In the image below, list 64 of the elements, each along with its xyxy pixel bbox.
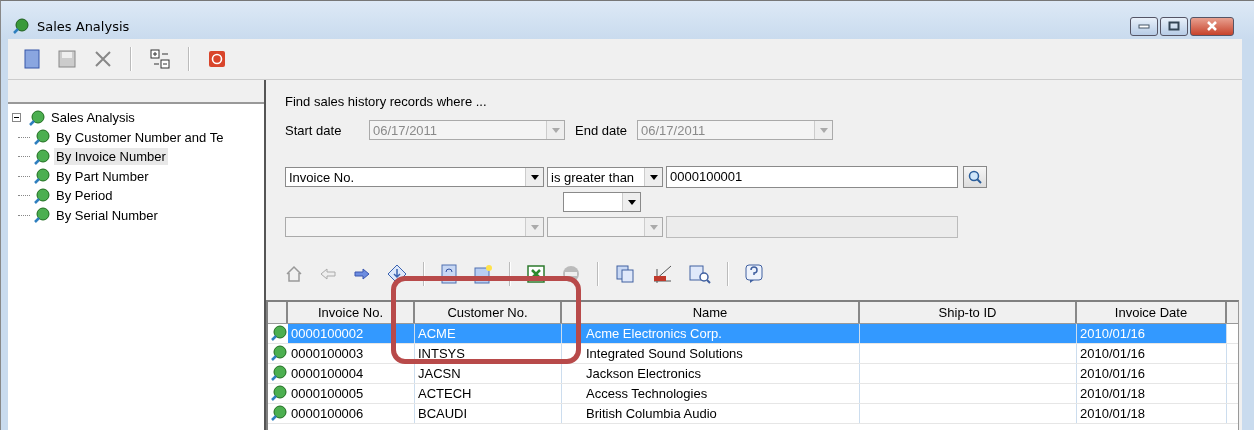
- search-heading: Find sales history records where ...: [285, 94, 488, 111]
- tree-item[interactable]: By Period: [54, 187, 115, 205]
- collapse-toggle[interactable]: [12, 113, 21, 123]
- dropdown-arrow-icon: [530, 224, 539, 230]
- power-icon[interactable]: [208, 50, 226, 68]
- operator-dropdown[interactable]: is greater than: [547, 167, 663, 187]
- close-button[interactable]: [1190, 16, 1234, 36]
- tree-item[interactable]: By Part Number: [54, 167, 151, 185]
- expand-collapse-icon[interactable]: [150, 49, 170, 69]
- dropdown-arrow-icon: [819, 127, 828, 133]
- table-cell: Integrated Sound Solutions: [562, 344, 860, 363]
- table-row[interactable]: 0000100004 JACSN Jackson Electronics 2010/01/16: [268, 364, 1238, 384]
- close-icon[interactable]: [94, 50, 112, 68]
- table-cell: British Columbia Audio: [562, 404, 860, 423]
- table-cell: 0000100004: [288, 364, 415, 383]
- table-row[interactable]: 0000100003 INTSYS Integrated Sound Solutions 2010/01/16: [268, 344, 1238, 364]
- value-input[interactable]: [666, 216, 958, 238]
- maximize-icon: [1168, 21, 1180, 31]
- preview-icon[interactable]: [689, 264, 711, 284]
- table-cell: 0000100005: [288, 384, 415, 403]
- table-cell: Access Technologies: [562, 384, 860, 403]
- table-cell: 2010/01/18: [1077, 404, 1227, 423]
- table-cell: Jackson Electronics: [562, 364, 860, 383]
- table-cell: 0000100006: [288, 404, 415, 423]
- table-cell: JACSN: [415, 364, 562, 383]
- dropdown-arrow-icon: [649, 224, 658, 230]
- search-button[interactable]: [963, 166, 987, 188]
- connector-dropdown[interactable]: [563, 192, 641, 212]
- value-input[interactable]: 0000100001: [666, 166, 958, 188]
- new-document-icon[interactable]: [473, 264, 493, 284]
- home-icon[interactable]: [285, 265, 303, 283]
- tree-item[interactable]: Sales Analysis: [49, 109, 137, 127]
- app-icon: [13, 18, 29, 34]
- tree-item[interactable]: By Invoice Number: [54, 148, 168, 166]
- table-row[interactable]: 0000100006 BCAUDI British Columbia Audio 2010/01/18: [268, 404, 1238, 424]
- dropdown-arrow-icon: [627, 199, 636, 205]
- window-title: Sales Analysis: [37, 18, 130, 34]
- dropdown-arrow-icon: [649, 174, 658, 180]
- table-cell: 0000100003: [288, 344, 415, 363]
- field-dropdown[interactable]: Invoice No.: [285, 167, 544, 187]
- table-cell: 2010/01/16: [1077, 344, 1227, 363]
- table-cell: INTSYS: [415, 344, 562, 363]
- table-cell: 0000100002: [288, 324, 415, 343]
- minimize-icon: [1138, 23, 1150, 29]
- copy-icon[interactable]: [615, 264, 635, 284]
- table-cell: 2010/01/16: [1077, 324, 1227, 343]
- help-icon[interactable]: [745, 264, 763, 284]
- tree-item[interactable]: By Serial Number: [54, 206, 160, 224]
- minimize-button[interactable]: [1130, 16, 1158, 36]
- field-label: End date: [575, 122, 628, 138]
- dropdown-arrow-icon: [530, 174, 539, 180]
- table-cell: ACTECH: [415, 384, 562, 403]
- maximize-button[interactable]: [1160, 16, 1188, 36]
- table-cell: 2010/01/18: [1077, 384, 1227, 403]
- table-cell: ACME: [415, 324, 562, 343]
- table-cell: 2010/01/16: [1077, 364, 1227, 383]
- table-row[interactable]: 0000100005 ACTECH Access Technologies 2010/01/18: [268, 384, 1238, 404]
- table-cell: BCAUDI: [415, 404, 562, 423]
- tree-item[interactable]: By Customer Number and Te: [54, 128, 226, 146]
- close-icon: [1206, 21, 1218, 31]
- right-arrow-icon[interactable]: [353, 267, 371, 281]
- field-label: Start date: [285, 122, 343, 138]
- table-cell: Acme Electronics Corp.: [562, 324, 860, 343]
- dropdown-arrow-icon: [551, 127, 560, 133]
